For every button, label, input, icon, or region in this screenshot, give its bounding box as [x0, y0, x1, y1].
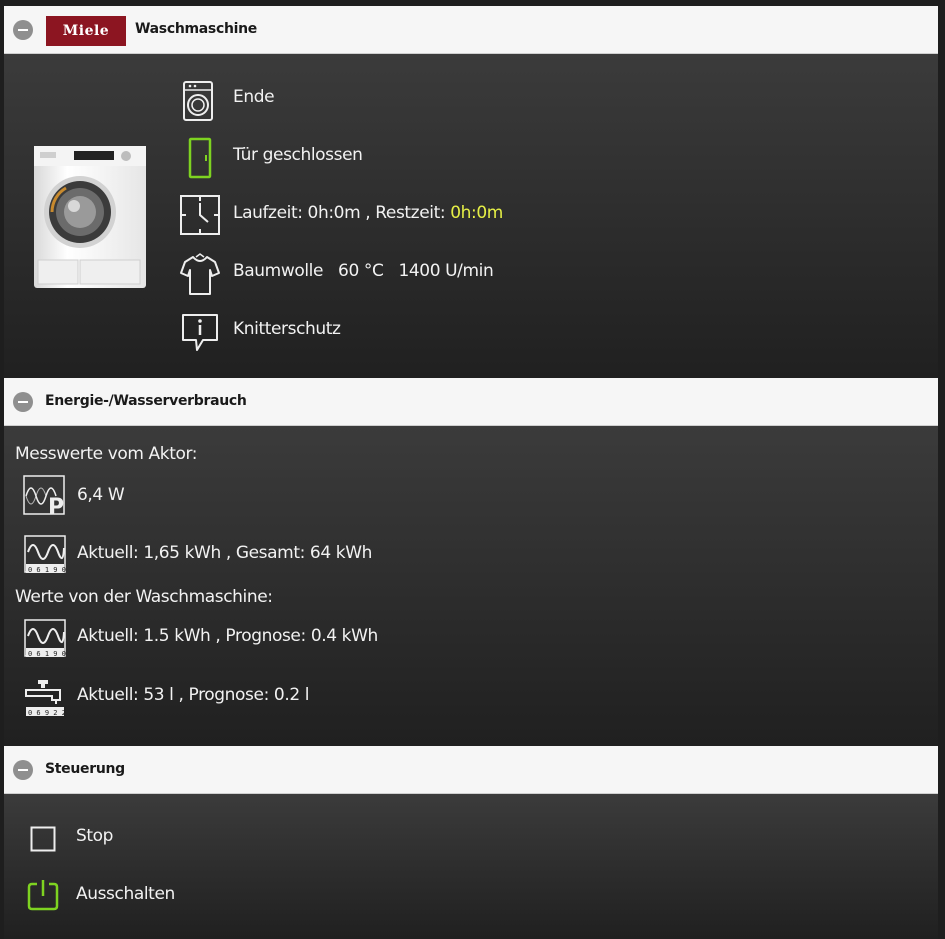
stop-icon [30, 826, 56, 852]
status-text: Ende [233, 87, 275, 107]
machine-heading: Werte von der Waschmaschine: [15, 587, 273, 607]
power-button-icon [27, 880, 59, 911]
program-temperature: 60 °C [338, 261, 384, 281]
power-off-label: Ausschalten [76, 884, 175, 904]
svg-text:0 6 9 2 2 0 3 0: 0 6 9 2 2 0 3 0 [28, 709, 68, 717]
door-status-text: Tür geschlossen [233, 145, 363, 165]
energy-header[interactable]: Energie-/Wasserverbrauch [4, 378, 938, 426]
svg-text:0 6 1 9 0 3 9 6: 0 6 1 9 0 3 9 6 [28, 650, 68, 658]
actor-heading: Messwerte vom Aktor: [15, 444, 198, 464]
device-header[interactable]: Miele Waschmaschine [4, 6, 938, 54]
power-value: 6,4 W [77, 485, 125, 505]
phase-text: Knitterschutz [233, 319, 341, 339]
energy-title: Energie-/Wasserverbrauch [45, 393, 247, 409]
program-spin: 1400 U/min [398, 261, 494, 281]
control-panel: Stop Ausschalten [4, 794, 938, 939]
program-name: Baumwolle [233, 261, 324, 281]
device-title: Waschmaschine [135, 21, 257, 37]
collapse-icon[interactable] [13, 760, 33, 780]
energy-meter-icon: 0 6 1 9 0 3 9 6 [24, 535, 68, 574]
control-title: Steuerung [45, 761, 125, 777]
clock-icon [180, 195, 220, 235]
stop-button[interactable]: Stop [26, 820, 206, 856]
power-icon: P [23, 475, 65, 518]
collapse-icon[interactable] [13, 20, 33, 40]
machine-water-value: Aktuell: 53 l , Prognose: 0.2 l [77, 685, 310, 705]
stop-label: Stop [76, 826, 114, 846]
collapse-icon[interactable] [13, 392, 33, 412]
energy-meter-icon: 0 6 1 9 0 3 9 6 [24, 619, 68, 658]
washing-machine-image [34, 146, 146, 288]
power-off-button[interactable]: Ausschalten [26, 876, 226, 916]
miele-logo: Miele [46, 16, 126, 46]
program-text: Baumwolle 60 °C 1400 U/min [233, 261, 494, 281]
door-closed-icon [188, 137, 212, 179]
water-meter-icon: 0 6 9 2 2 0 3 0 [25, 680, 68, 717]
actor-energy-value: Aktuell: 1,65 kWh , Gesamt: 64 kWh [77, 543, 372, 563]
svg-text:0 6 1 9 0 3 9 6: 0 6 1 9 0 3 9 6 [28, 566, 68, 574]
control-header[interactable]: Steuerung [4, 746, 938, 794]
info-icon [182, 314, 218, 351]
device-panel: Ende Tür geschlossen Laufzeit: 0h:0m , R… [4, 54, 938, 380]
remaining-time: 0h:0m [450, 203, 503, 223]
machine-energy-value: Aktuell: 1.5 kWh , Prognose: 0.4 kWh [77, 626, 378, 646]
energy-panel: Messwerte vom Aktor: P 6,4 W 0 6 1 9 0 3… [4, 426, 938, 746]
svg-text:P: P [48, 495, 64, 518]
runtime-text: Laufzeit: 0h:0m , Restzeit: 0h:0m [233, 203, 503, 223]
shirt-icon [180, 253, 220, 295]
washer-status-icon [183, 81, 213, 121]
